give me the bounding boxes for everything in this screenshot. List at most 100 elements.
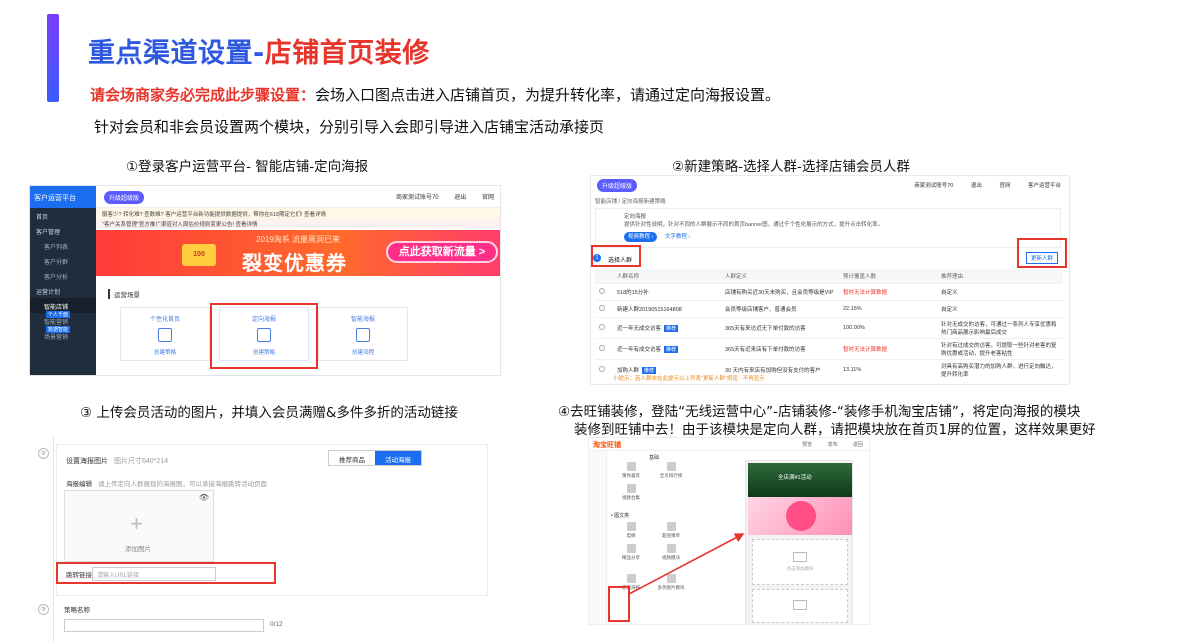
poster-edit-hint: 请上传定向人群展现的海报图，可以承接海报跳转活动页面 — [98, 481, 267, 488]
cell-coverage: 13.11% — [839, 359, 937, 380]
instruction-emphasis: 请会场商家务必完成此步骤设置： — [90, 86, 316, 104]
official-site-link[interactable]: 官网 — [999, 183, 1010, 189]
instruction-line2: 针对会员和非会员设置两个模块，分别引导入会即引导进入店铺宝活动承接页 — [94, 118, 605, 136]
cell-definition: 会员等级店铺客户、普通会员 — [721, 300, 839, 318]
audience-name: 近一年无成交访客 — [617, 326, 662, 332]
cell-name: 新建人群20190515164808 — [613, 300, 721, 318]
cell-coverage: 暂时无法计算数据 — [839, 283, 937, 301]
card-title: 智能海报 — [350, 317, 375, 323]
table-row[interactable]: 近一年无成交访客 推荐 365天有来访近无下单付款的访客 100.00% 针对无成交的访… — [595, 317, 1063, 339]
cell-reason: 对具有高购买潜力的加购人群，进行定向触达，提升转化率 — [937, 359, 1063, 380]
banner-subtitle: 2019淘系 流量黑洞已来 — [256, 235, 341, 244]
radio-icon[interactable] — [599, 288, 605, 294]
sidebar: 客户运营平台 首页 客户管理 客户列表 客户分群 客户分析 运营计划 智能店铺个人千面 智能营… — [30, 186, 96, 375]
coverage-value: 100.00% — [843, 325, 865, 331]
screenshot-poster-settings: ② ③ 设置海报图片 图片尺寸640*214 推荐商品 活动海报 海报编辑 请上传定… — [34, 436, 490, 642]
account-name[interactable]: 商家测试账号70 — [396, 195, 439, 201]
sidebar-item-label: 客户分析 — [44, 275, 69, 281]
cell-coverage: 100.00% — [839, 317, 937, 339]
sidebar-item[interactable]: 运营计划 — [30, 283, 96, 298]
highlight-box — [210, 303, 318, 369]
sidebar-item[interactable]: 客户列表 — [30, 238, 96, 253]
audience-table: 人群名称 人群定义 预计覆盖人数 推荐理由 518的15分补 店铺有购买近30天未… — [595, 269, 1063, 380]
cell-coverage: 暂时无法计算数据 — [839, 338, 937, 360]
radio-icon[interactable] — [599, 324, 605, 330]
sidebar-item-label: 首页 — [36, 215, 49, 221]
table-row[interactable]: 518的15分补 店铺有购买近30天未购买，且会员等级是VIP 暂时无法计算数据 自定… — [595, 283, 1063, 301]
radio-icon[interactable] — [599, 305, 605, 311]
accent-bar — [47, 14, 59, 102]
row-radio[interactable] — [595, 359, 613, 380]
link-label: 跳转链接: — [66, 572, 94, 579]
logout-link[interactable]: 退出 — [971, 183, 982, 189]
poster-edit-row: 海报编辑 请上传定向人群展现的海报图，可以承接海报跳转活动页面 — [66, 478, 267, 488]
upgrade-badge[interactable]: 升级超级版 — [597, 179, 638, 192]
text-tutorial-link[interactable]: 文字教程 › — [665, 234, 690, 240]
section-title: 运营场景 — [108, 289, 140, 299]
coverage-value: 暂时无法计算数据 — [843, 347, 888, 353]
coverage-value: 13.11% — [843, 367, 862, 373]
tab-recommended-products[interactable]: 推荐商品 — [329, 451, 375, 465]
sidebar-item[interactable]: 客户分析 — [30, 268, 96, 283]
table-row[interactable]: 新建人群20190515164808 会员等级店铺客户、普通会员 22.15% 自定义 — [595, 300, 1063, 318]
card-title: 个性化首页 — [149, 317, 180, 323]
poster-header-label: 设置海报图片 — [66, 458, 108, 465]
official-site-link[interactable]: 官网 — [482, 195, 494, 201]
sidebar-item[interactable]: 智能店铺个人千面 — [30, 298, 96, 318]
arrow-graphic — [628, 533, 745, 595]
cell-reason: 自定义 — [937, 283, 1063, 301]
upgrade-badge[interactable]: 升级超级版 — [104, 191, 145, 204]
eye-icon[interactable]: 👁 — [199, 493, 209, 502]
create-flow-button[interactable]: 创建流程 — [319, 348, 407, 356]
logout-link[interactable]: 退出 — [454, 195, 466, 201]
sidebar-item[interactable]: 客户分群 — [30, 253, 96, 268]
col-header: 人群定义 — [721, 269, 839, 284]
table-row[interactable]: 近一年有成交访客 推荐 365天有近来店有下单付款的访客 暂时无法计算数据 针对有过成交… — [595, 338, 1063, 360]
sidebar-item-label: 客户管理 — [36, 230, 61, 236]
strategy-name-label: 策略名称 — [64, 607, 90, 614]
coverage-value: 暂时无法计算数据 — [843, 290, 888, 296]
poster-description: 定向海报 提供针对性说明，针对不同的人群展示不同的首页banner图，通过千个性… — [595, 208, 1061, 248]
strategy-name-input[interactable] — [64, 619, 264, 632]
coverage-value: 22.15% — [843, 306, 862, 312]
video-tutorial-button[interactable]: 视频教程 › — [624, 231, 658, 242]
breadcrumb[interactable]: 智能店铺 / 定向海报新建策略 — [595, 197, 666, 205]
step-number: ② — [38, 448, 49, 459]
cell-name: 近一年有成交访客 推荐 — [613, 338, 721, 360]
sidebar-item[interactable]: 首页 — [30, 208, 96, 223]
tab-activity-poster[interactable]: 活动海报 — [375, 451, 421, 465]
image-upload-area[interactable]: 👁 + 添加图片 — [64, 490, 214, 562]
poster-edit-label: 海报编辑 — [66, 481, 92, 488]
select-audience-label: 选择人群 — [608, 258, 633, 264]
audience-name: 新建人群20190515164808 — [617, 307, 682, 313]
step-number: ③ — [38, 604, 49, 615]
desc-actions: 视频教程 › 文字教程 › — [624, 231, 1032, 242]
cell-definition: 365天有来访近无下单付款的访客 — [721, 317, 839, 339]
cell-reason: 针对无成交的访客，可通过一系列人专享优惠和热门商品展示影响最后成交 — [937, 317, 1063, 339]
row-radio[interactable] — [595, 283, 613, 301]
card-personal-home[interactable]: 个性化首页 创建策略 — [120, 307, 210, 361]
page-icon — [158, 328, 172, 342]
row-radio[interactable] — [595, 317, 613, 339]
platform-link[interactable]: 客户运营平台 — [1028, 183, 1061, 189]
radio-icon[interactable] — [599, 345, 605, 351]
cell-definition: 店铺有购买近30天未购买，且会员等级是VIP — [721, 283, 839, 301]
topbar-right: 商家测试账号70 退出 官网 — [382, 192, 494, 201]
tip-text: 小提示：若人群未在此提示以上列表"更新人群"按钮 · 不再显示 — [613, 376, 765, 382]
step-dot: 1 — [593, 254, 601, 262]
card-smart-poster[interactable]: 智能海报 创建流程 — [318, 307, 408, 361]
sidebar-item[interactable]: 客户管理 — [30, 223, 96, 238]
update-audience-button[interactable]: 更新人群 — [1026, 252, 1059, 264]
sidebar-menu: 首页 客户管理 客户列表 客户分群 客户分析 运营计划 智能店铺个人千面 智能营销数据智能 场景… — [30, 208, 96, 343]
radio-icon[interactable] — [599, 366, 605, 372]
create-strategy-button[interactable]: 创建策略 — [121, 348, 209, 356]
promo-banner[interactable]: 100 2019淘系 流量黑洞已来 裂变优惠券 点此获取新流量 > — [96, 230, 500, 276]
row-radio[interactable] — [595, 300, 613, 318]
link-input[interactable]: 请输入URL链接 — [92, 567, 216, 581]
row-radio[interactable] — [595, 338, 613, 360]
topbar: 升级超级版 商家测试账号70 退出 官网 — [96, 186, 500, 208]
banner-cta-button[interactable]: 点此获取新流量 > — [386, 241, 498, 263]
content-type-tabs: 推荐商品 活动海报 — [328, 450, 422, 466]
col-header: 推荐理由 — [937, 269, 1063, 284]
account-name[interactable]: 商家测试账号70 — [914, 183, 953, 189]
